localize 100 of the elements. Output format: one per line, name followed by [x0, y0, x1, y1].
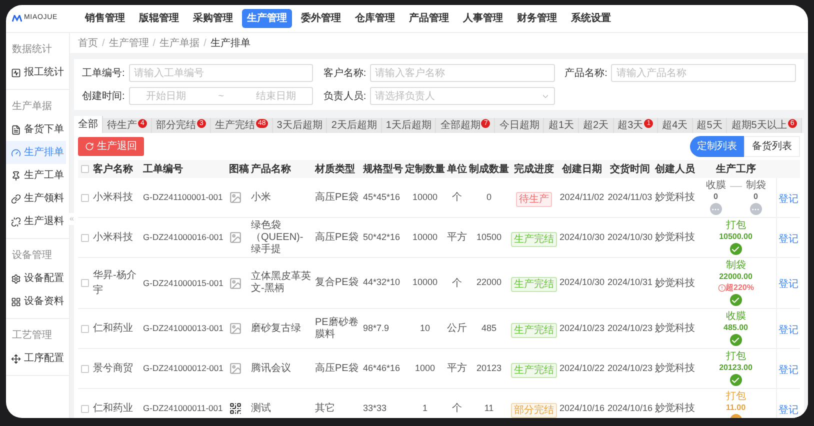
nav-tab[interactable]: 产品管理 [404, 9, 454, 28]
gauge-icon [11, 148, 21, 158]
register-link[interactable]: 登记 [778, 279, 798, 290]
step-name: 打包 [726, 391, 746, 402]
text-field[interactable]: 请输入客户名称 [370, 64, 555, 82]
checkbox[interactable] [81, 364, 89, 372]
status-tag: 部分完结 [511, 402, 557, 418]
breadcrumb-link[interactable]: 首页 [78, 36, 98, 50]
breadcrumb-link[interactable]: 生产管理 [108, 36, 149, 50]
table-cell: 22000 [468, 258, 510, 308]
table-cell: PE磨砂卷膜料 [314, 308, 362, 348]
checkbox[interactable] [81, 194, 89, 202]
table-cell: 2024/10/31 [606, 258, 654, 308]
table-cell: 妙觉科技 [654, 218, 696, 258]
sidebar-item[interactable]: 报工统计 [6, 61, 66, 84]
sidebar-item[interactable]: 生产排单 [6, 141, 66, 164]
sidebar-item[interactable]: 生产领料 [6, 187, 66, 210]
filter-tab[interactable]: 全部 [74, 116, 103, 133]
table-cell: 10500 [468, 218, 510, 258]
step-quantity: 22000.00 [719, 271, 752, 282]
filter-tab[interactable]: 1天后超期 [382, 118, 436, 133]
nav-tab[interactable]: 系统设置 [566, 9, 616, 28]
breadcrumb-separator: / [102, 36, 105, 50]
overrun-warning: 超220% [718, 282, 754, 293]
table-cell: 10000 [404, 178, 446, 218]
filter-tab[interactable]: 超2天 [579, 118, 614, 133]
sidebar-item[interactable]: 设备配置 [6, 267, 66, 290]
table-cell: 小米 [250, 178, 314, 218]
table-cell: 2024/11/03 [606, 178, 654, 218]
table-cell: 1 [404, 388, 446, 418]
step-quantity: 10500.00 [719, 231, 752, 242]
filter-tab[interactable]: 超4天 [658, 118, 693, 133]
register-link[interactable]: 登记 [778, 364, 798, 376]
checkbox[interactable] [81, 324, 89, 332]
column-header: 创建人员 [654, 160, 696, 178]
nav-tab[interactable]: 人事管理 [458, 9, 508, 28]
view-toggle[interactable]: 定制列表 [690, 136, 744, 157]
table-cell: 485 [468, 308, 510, 348]
register-link[interactable]: 登记 [778, 404, 798, 416]
nav-tab[interactable]: 仓库管理 [350, 9, 400, 28]
link-icon [11, 194, 21, 204]
column-header: 工单编号 [142, 160, 228, 178]
filter-tab[interactable]: 超5天 [692, 118, 728, 133]
table-cell: 2024/10/23 [606, 348, 654, 388]
checkbox[interactable] [81, 234, 89, 242]
filter-tab[interactable]: 超1天 [544, 118, 580, 133]
section-title: 工艺管理 [11, 328, 53, 343]
status-tag: 生产完结 [511, 232, 557, 246]
sidebar-item[interactable]: 备货下单 [6, 118, 66, 141]
breadcrumb-link[interactable]: 生产单据 [160, 36, 200, 50]
register-link[interactable]: 登记 [778, 194, 798, 204]
nav-tab[interactable]: 销售管理 [80, 9, 130, 28]
column-header: 单位 [446, 160, 468, 178]
field-label: 产品名称: [564, 66, 608, 80]
table-cell: 个 [446, 258, 468, 308]
sidebar-item[interactable]: 生产退料 [6, 210, 66, 233]
table-cell: 仁和药业 [92, 388, 142, 418]
table-cell: 腾讯会议 [250, 348, 314, 388]
table-cell: 立体黑皮革英文-黑柄 [250, 258, 314, 308]
table-cell: 10000 [404, 218, 446, 258]
table-cell: 绿色袋（QUEEN)-绿手提 [250, 218, 314, 258]
nav-tab[interactable]: 版辊管理 [134, 9, 184, 28]
table-cell: 高压PE袋 [314, 348, 362, 388]
table-cell: 2024/10/16 [558, 388, 606, 418]
checkbox[interactable] [81, 404, 89, 412]
table-cell: 妙觉科技 [654, 258, 696, 308]
status-tag: 生产完结 [511, 322, 557, 338]
nav-tab[interactable]: 委外管理 [296, 9, 346, 28]
table-cell: 2024/10/30 [558, 218, 606, 258]
table-cell: 20123 [468, 348, 510, 388]
text-field[interactable]: 请输入产品名称 [611, 64, 796, 82]
register-link[interactable]: 登记 [778, 234, 798, 244]
checkbox[interactable] [81, 165, 89, 173]
column-header: 产品名称 [250, 160, 314, 178]
nav-tab[interactable]: 财务管理 [512, 9, 562, 28]
table-cell: 其它 [314, 388, 362, 418]
table-cell: 景兮商贸 [92, 348, 142, 388]
unlink-icon [11, 216, 21, 226]
view-toggle[interactable]: 备货列表 [744, 136, 800, 157]
checkbox[interactable] [81, 279, 89, 287]
filter-tab[interactable]: 2天后超期 [327, 118, 382, 133]
breadcrumb-separator: / [204, 36, 206, 50]
logo-icon [12, 15, 22, 22]
column-header: 完成进度 [510, 160, 558, 178]
sidebar-item[interactable]: 工序配置 [6, 347, 66, 370]
table-cell: 磨砂复古绿 [250, 308, 314, 348]
sidebar-item[interactable]: 设备资料 [6, 290, 66, 313]
rollback-button[interactable]: 生产退回 [78, 137, 144, 156]
table-cell: 50*42*16 [362, 218, 404, 258]
filter-tab[interactable]: 今日超期 [495, 118, 544, 133]
table-cell: 0 [468, 178, 510, 218]
table-cell: 个 [446, 178, 468, 218]
nav-tab[interactable]: 采购管理 [188, 9, 238, 28]
sidebar-item[interactable]: 生产工单 [6, 164, 66, 187]
step-quantity: 20123.00 [719, 362, 752, 373]
register-link[interactable]: 登记 [778, 324, 798, 336]
filter-tab[interactable]: 3天后超期 [272, 118, 328, 133]
table-cell: 2024/10/30 [558, 258, 606, 308]
text-field[interactable]: 请输入工单编号 [128, 64, 314, 82]
nav-tab[interactable]: 生产管理 [242, 9, 292, 28]
